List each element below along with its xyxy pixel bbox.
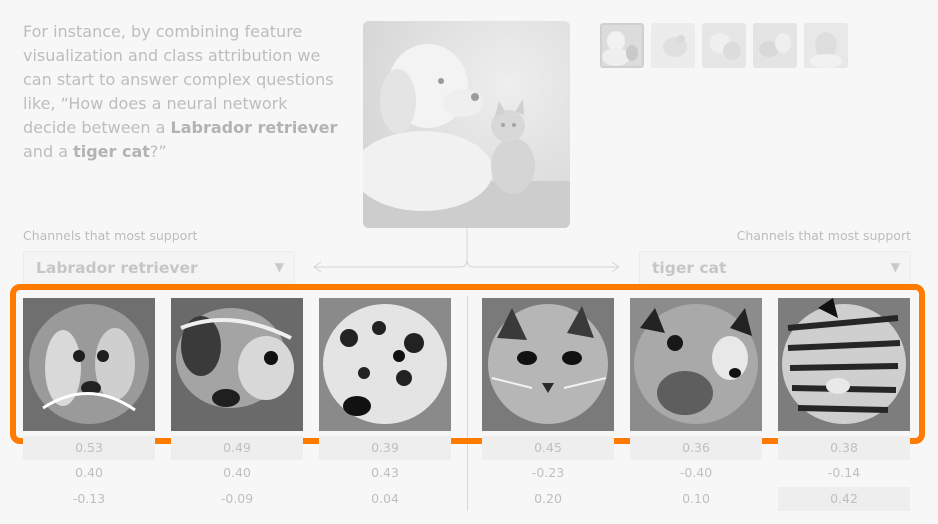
channel-visualization-cat-stripes[interactable] [778, 298, 910, 431]
attribution-value: 0.36 [630, 436, 762, 460]
class-select-left-value: Labrador retriever [36, 259, 198, 277]
attribution-value: 0.38 [778, 436, 910, 460]
thumbnail-2[interactable] [651, 23, 695, 68]
intro-text-3: ?” [149, 142, 167, 161]
channel-visualization-dog-face[interactable] [171, 298, 303, 431]
chevron-down-icon: ▼ [274, 260, 284, 274]
class-select-right-value: tiger cat [652, 259, 727, 277]
right-panel-heading: Channels that most support [736, 228, 911, 243]
attribution-value: -0.13 [72, 491, 106, 506]
channel-visualization-dog-ears[interactable] [23, 298, 155, 431]
attribution-value: 0.04 [371, 491, 399, 506]
attribution-value: -0.14 [827, 465, 861, 480]
class-select-left[interactable]: Labrador retriever ▼ [23, 251, 295, 285]
chevron-down-icon: ▼ [890, 260, 900, 274]
attribution-value: 0.10 [682, 491, 710, 506]
thumbnail-dog-cat[interactable] [600, 23, 644, 68]
thumbnail-3[interactable] [702, 23, 746, 68]
class-select-right[interactable]: tiger cat ▼ [639, 251, 911, 285]
channel-visualization-dog-spotted[interactable] [319, 298, 451, 431]
attribution-value: -0.09 [220, 491, 254, 506]
attribution-value: 0.39 [319, 436, 451, 460]
attribution-value: 0.45 [482, 436, 614, 460]
class-b-label: tiger cat [73, 142, 150, 161]
left-panel-heading: Channels that most support [23, 228, 198, 243]
connector-arrows [313, 228, 620, 273]
example-thumbnails [600, 23, 848, 68]
attribution-value: 0.53 [23, 436, 155, 460]
intro-paragraph: For instance, by combining feature visua… [23, 20, 343, 164]
attribution-value: -0.23 [531, 465, 565, 480]
thumbnail-4[interactable] [753, 23, 797, 68]
attribution-value: 0.42 [778, 487, 910, 511]
attribution-value: -0.40 [679, 465, 713, 480]
attribution-value: 0.40 [75, 465, 103, 480]
class-a-label: Labrador retriever [170, 118, 338, 137]
channel-visualization-cat-dog[interactable] [630, 298, 762, 431]
example-image [363, 21, 570, 228]
attribution-value: 0.20 [534, 491, 562, 506]
attribution-value: 0.49 [171, 436, 303, 460]
channel-visualization-cat-face[interactable] [482, 298, 614, 431]
class-divider [467, 296, 468, 511]
thumbnail-5[interactable] [804, 23, 848, 68]
attribution-value: 0.40 [223, 465, 251, 480]
intro-text-2: and a [23, 142, 74, 161]
attribution-value: 0.43 [371, 465, 399, 480]
